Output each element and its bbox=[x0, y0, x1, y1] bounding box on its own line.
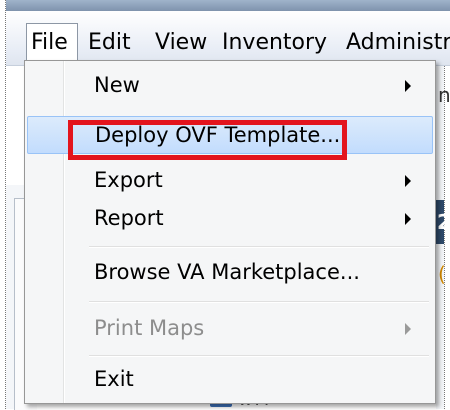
menu-bar: File Edit View Inventory Administr bbox=[6, 11, 450, 66]
submenu-arrow-icon bbox=[405, 175, 411, 187]
menu-item-label: New bbox=[94, 73, 140, 97]
highlight-callout-box bbox=[68, 120, 347, 160]
menu-separator bbox=[89, 246, 429, 248]
menu-separator bbox=[89, 301, 429, 303]
submenu-arrow-icon bbox=[405, 323, 411, 335]
menubar-inventory[interactable]: Inventory bbox=[222, 23, 327, 63]
menubar-administration[interactable]: Administr bbox=[346, 23, 450, 63]
window-title-strip bbox=[6, 0, 450, 11]
menubar-file[interactable]: File bbox=[26, 23, 78, 63]
menu-separator bbox=[89, 355, 429, 357]
background-text: ( bbox=[438, 262, 446, 286]
menu-item-print-maps[interactable]: Print Maps bbox=[27, 310, 433, 348]
menu-item-exit[interactable]: Exit bbox=[27, 361, 433, 399]
menu-item-export[interactable]: Export bbox=[27, 162, 433, 200]
background-text: nt bbox=[438, 83, 450, 107]
submenu-arrow-icon bbox=[405, 80, 411, 92]
background-text: 2 bbox=[437, 210, 450, 234]
menubar-edit[interactable]: Edit bbox=[88, 23, 131, 63]
submenu-arrow-icon bbox=[405, 213, 411, 225]
menu-item-report[interactable]: Report bbox=[27, 200, 433, 238]
menu-item-label: Browse VA Marketplace... bbox=[94, 260, 360, 284]
menu-item-label: Exit bbox=[94, 367, 134, 391]
menu-item-label: Report bbox=[94, 206, 164, 230]
menu-item-label: Export bbox=[94, 168, 163, 192]
file-menu-dropdown: New Deploy OVF Template... Export Report… bbox=[24, 60, 436, 404]
menu-item-new[interactable]: New bbox=[27, 67, 433, 105]
menubar-view[interactable]: View bbox=[155, 23, 207, 63]
menu-item-browse-va-marketplace[interactable]: Browse VA Marketplace... bbox=[27, 254, 433, 292]
menu-item-label: Print Maps bbox=[94, 316, 205, 340]
